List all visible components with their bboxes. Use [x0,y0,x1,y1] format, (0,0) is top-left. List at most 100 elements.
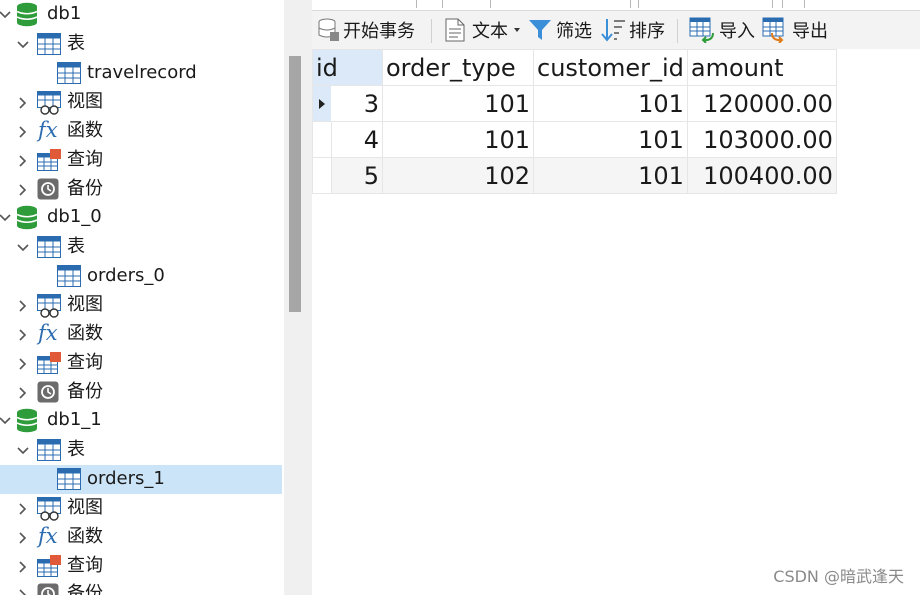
cell-id[interactable]: 3 [312,85,383,122]
chevron-right-icon[interactable] [16,531,30,545]
column-header-amount[interactable]: amount [686,49,837,86]
text-dropdown-button[interactable]: 文本 [445,11,522,49]
query-icon [37,352,61,374]
tree-node-backups[interactable]: 备份 [0,175,282,204]
query-icon [37,555,61,577]
tree-node-views[interactable]: 视图 [0,494,282,523]
chevron-right-icon[interactable] [16,560,30,574]
tree-node-db1[interactable]: db1 [0,0,282,29]
chevron-down-icon[interactable] [0,8,12,22]
export-icon [762,17,784,43]
begin-transaction-label: 开始事务 [343,21,415,42]
table-row[interactable]: 3 101 101 120000.00 [312,85,837,122]
import-button[interactable]: 导入 [689,11,755,49]
tree-node-table-orders_0[interactable]: orders_0 [0,262,282,291]
sort-button[interactable]: 排序 [600,11,665,49]
toolbar-divider [677,19,678,43]
tree-node-db1_1[interactable]: db1_1 [0,406,282,435]
chevron-right-icon[interactable] [16,386,30,400]
tree-node-tables[interactable]: 表 [0,233,282,262]
tree-node-queries[interactable]: 查询 [0,146,282,175]
column-header-customer_id[interactable]: customer_id [533,49,688,86]
text-document-icon [445,18,465,42]
tree-node-db1_0[interactable]: db1_0 [0,203,282,232]
table-row[interactable]: 5 102 101 100400.00 [312,157,837,194]
chevron-right-icon[interactable] [16,588,30,595]
export-button[interactable]: 导出 [762,11,828,49]
tab-strip [312,0,920,11]
cell-amount[interactable]: 100400.00 [686,157,837,194]
data-grid: id order_type customer_id amount 3 101 1… [312,49,920,595]
queries-label: 查询 [67,352,103,373]
queries-label: 查询 [67,149,103,170]
tree-node-functions[interactable]: fx 函数 [0,320,282,349]
cell-customer_id[interactable]: 101 [533,85,688,122]
tab-divider [804,0,805,8]
tree-node-views[interactable]: 视图 [0,291,282,320]
chevron-right-icon[interactable] [16,96,30,110]
navigator-tree: db1 表 travelrecord 视图 fx 函数 查询 备份 db1_0 … [0,0,284,595]
functions-label: 函数 [67,526,103,547]
tree-node-queries[interactable]: 查询 [0,349,282,378]
chevron-down-icon[interactable] [0,211,12,225]
chevron-down-icon[interactable] [16,38,30,52]
chevron-right-icon[interactable] [16,357,30,371]
chevron-right-icon[interactable] [16,125,30,139]
query-icon [37,149,61,171]
row-indicator[interactable] [313,86,331,121]
cell-order_type[interactable]: 102 [382,157,534,194]
tree-node-tables[interactable]: 表 [0,436,282,465]
transaction-icon [318,18,339,41]
tree-node-backups[interactable]: 备份 [0,580,282,595]
tree-node-views[interactable]: 视图 [0,88,282,117]
chevron-right-icon[interactable] [16,502,30,516]
row-indicator[interactable] [313,122,332,157]
column-header-order_type[interactable]: order_type [382,49,534,86]
tree-node-tables[interactable]: 表 [0,30,282,59]
watermark: CSDN @暗武逢天 [773,567,904,586]
chevron-right-icon[interactable] [16,154,30,168]
filter-button[interactable]: 筛选 [528,11,592,49]
column-header-id[interactable]: id [312,49,383,86]
cell-order_type[interactable]: 101 [382,121,534,158]
tree-node-table-travelrecord[interactable]: travelrecord [0,59,282,88]
cell-customer_id[interactable]: 101 [533,157,688,194]
function-icon: fx [38,118,58,142]
table-icon [57,265,81,287]
begin-transaction-button[interactable]: 开始事务 [318,11,415,49]
sidebar-scrollbar-thumb[interactable] [289,56,301,312]
cell-amount[interactable]: 103000.00 [686,121,837,158]
functions-label: 函数 [67,323,103,344]
table-icon [37,439,61,461]
database-name: db1_0 [47,206,102,227]
tab-divider [782,0,783,8]
chevron-right-icon[interactable] [16,183,30,197]
database-icon [16,205,38,230]
chevron-down-icon[interactable] [0,414,12,428]
cell-customer_id[interactable]: 101 [533,121,688,158]
cell-id[interactable]: 4 [312,121,383,158]
cell-order_type[interactable]: 101 [382,85,534,122]
sort-icon [601,19,625,42]
backups-label: 备份 [67,583,103,595]
table-row[interactable]: 4 101 101 103000.00 [312,121,837,158]
chevron-down-icon[interactable] [16,241,30,255]
backup-icon [37,178,59,200]
tree-node-table-orders_1[interactable]: orders_1 [0,465,282,494]
tables-label: 表 [67,439,85,460]
tree-node-functions[interactable]: fx 函数 [0,117,282,146]
filter-label: 筛选 [556,21,592,42]
tree-node-functions[interactable]: fx 函数 [0,523,282,552]
chevron-right-icon[interactable] [16,299,30,313]
cell-id[interactable]: 5 [312,157,383,194]
tab-divider [630,0,631,8]
cell-amount[interactable]: 120000.00 [686,85,837,122]
tree-node-queries[interactable]: 查询 [0,552,282,581]
view-icon [37,497,61,521]
tree-node-backups[interactable]: 备份 [0,378,282,407]
chevron-right-icon[interactable] [16,328,30,342]
caret-down-icon[interactable] [512,25,522,35]
queries-label: 查询 [67,555,103,576]
row-indicator[interactable] [313,158,332,193]
chevron-down-icon[interactable] [16,444,30,458]
